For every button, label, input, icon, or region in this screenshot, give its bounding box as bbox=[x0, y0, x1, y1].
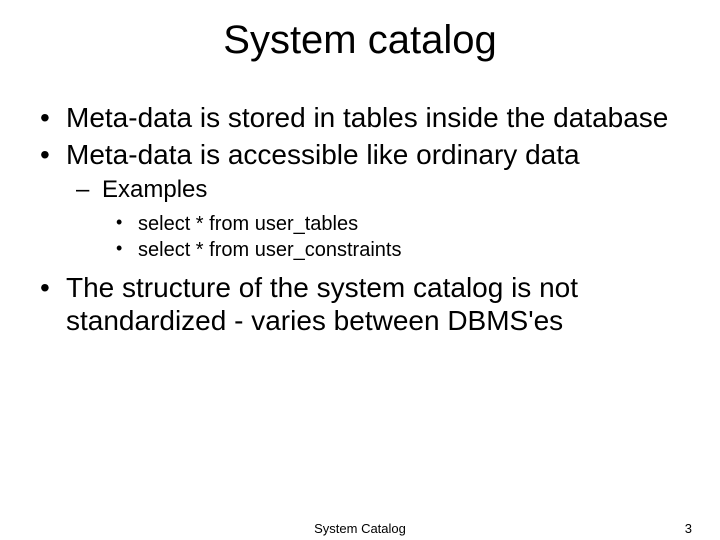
bullet-example: select * from user_constraints bbox=[136, 237, 686, 263]
bullet-text: Examples bbox=[102, 176, 207, 203]
bullet-example: select * from user_tables bbox=[136, 211, 686, 237]
bullet-subitem: Examples select * from user_tables selec… bbox=[100, 175, 686, 263]
footer-title: System Catalog bbox=[0, 521, 720, 536]
slide-title: System catalog bbox=[0, 18, 720, 63]
bullet-list-level3: select * from user_tables select * from … bbox=[102, 211, 686, 263]
bullet-list-level2: Examples select * from user_tables selec… bbox=[66, 175, 686, 263]
bullet-text: Meta-data is accessible like ordinary da… bbox=[66, 139, 580, 170]
bullet-item: Meta-data is stored in tables inside the… bbox=[62, 101, 686, 134]
bullet-item: The structure of the system catalog is n… bbox=[62, 271, 686, 337]
page-number: 3 bbox=[685, 521, 692, 536]
bullet-item: Meta-data is accessible like ordinary da… bbox=[62, 138, 686, 263]
slide-body: Meta-data is stored in tables inside the… bbox=[0, 101, 720, 337]
bullet-list-level1: Meta-data is stored in tables inside the… bbox=[34, 101, 686, 337]
slide: System catalog Meta-data is stored in ta… bbox=[0, 18, 720, 540]
